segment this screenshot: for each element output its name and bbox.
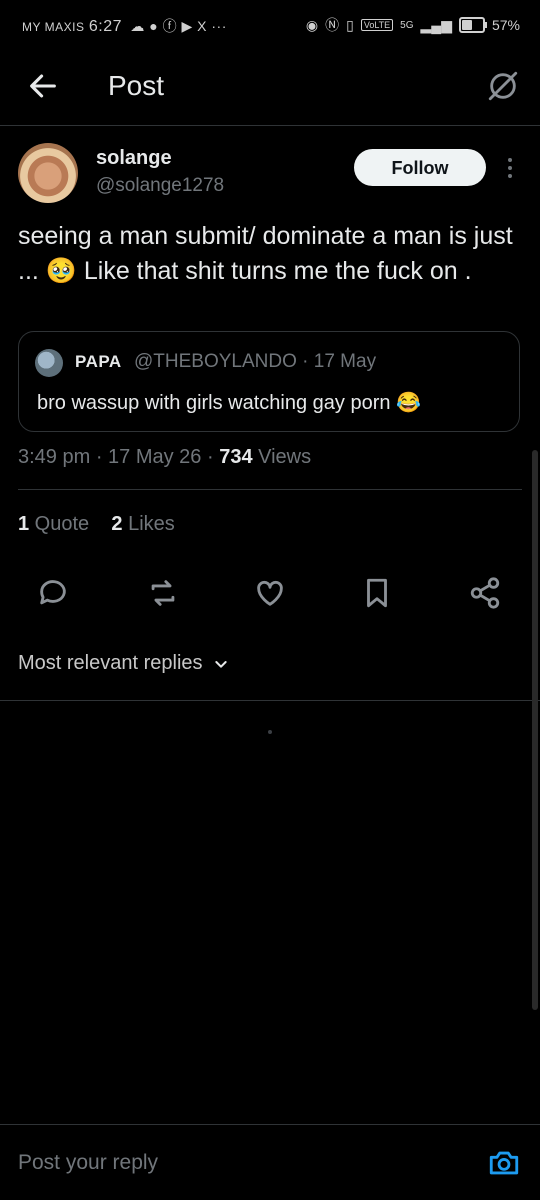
action-bar <box>0 572 540 616</box>
author-handle[interactable]: @solange1278 <box>96 175 224 197</box>
divider <box>0 1124 540 1125</box>
battery-fill <box>461 20 473 30</box>
replies-sort-dropdown[interactable]: Most relevant replies <box>18 652 229 675</box>
share-icon[interactable] <box>468 576 502 610</box>
top-bar: Post <box>0 55 540 126</box>
quote-label: Quote <box>29 513 90 535</box>
eye-icon: ◉ <box>305 16 319 33</box>
post-meta: 3:49 pm · 17 May 26 · 734 Views <box>18 446 311 469</box>
more-options-icon[interactable] <box>500 152 520 184</box>
quoted-post[interactable]: PAPA @THEBOYLANDO · 17 May bro wassup wi… <box>18 331 520 432</box>
divider <box>18 489 522 490</box>
reply-input[interactable]: Post your reply <box>18 1151 158 1175</box>
quote-avatar <box>35 349 63 377</box>
network-label: 5G <box>400 19 414 31</box>
like-icon[interactable] <box>253 576 287 610</box>
clock: 6:27 <box>88 18 122 35</box>
notification-icons: ☁ ● ⓕ ▶ X ··· <box>130 18 227 34</box>
post-timestamp: 3:49 pm · 17 May 26 · <box>18 446 220 468</box>
likes-label: Likes <box>122 513 175 535</box>
scrollbar[interactable] <box>532 450 538 1010</box>
reply-icon[interactable] <box>36 576 70 610</box>
battery-percent: 57% <box>491 17 520 33</box>
post-text: seeing a man submit/ dominate a man is j… <box>18 222 513 285</box>
battery-icon <box>458 17 487 33</box>
grok-icon[interactable] <box>486 69 520 103</box>
divider <box>0 700 540 701</box>
status-left: MY MAXIS 6:27 ☁ ● ⓕ ▶ X ··· <box>22 16 227 36</box>
page-title: Post <box>108 70 165 101</box>
chevron-down-icon <box>214 660 227 668</box>
views-label: Views <box>252 446 312 468</box>
status-right: ◉ Ⓝ ▯ VoLTE 5G ▂▄▆ 57% <box>306 15 520 35</box>
carrier-label: MY MAXIS <box>22 20 85 34</box>
status-bar: MY MAXIS 6:27 ☁ ● ⓕ ▶ X ··· ◉ Ⓝ ▯ VoLTE … <box>0 0 540 52</box>
likes-stat[interactable]: 2 Likes <box>111 513 174 535</box>
nfc-icon: Ⓝ <box>325 17 340 33</box>
follow-button[interactable]: Follow <box>354 149 486 186</box>
post-stats: 1 Quote 2 Likes <box>18 513 175 536</box>
volte-badge: VoLTE <box>360 19 394 31</box>
avatar[interactable] <box>18 143 78 203</box>
repost-icon[interactable] <box>146 576 180 610</box>
camera-icon[interactable] <box>487 1146 521 1180</box>
views-count: 734 <box>219 446 253 468</box>
likes-count: 2 <box>111 513 123 535</box>
quotes-stat[interactable]: 1 Quote <box>18 513 89 535</box>
quote-author-handle: @THEBOYLANDO · 17 May <box>134 351 377 372</box>
loading-indicator <box>268 730 272 734</box>
arrow-left-icon[interactable] <box>26 69 60 103</box>
signal-icon: ▂▄▆ <box>420 16 452 33</box>
author-name[interactable]: solange <box>96 147 172 170</box>
quote-text: bro wassup with girls watching gay porn … <box>37 392 421 414</box>
quote-author-name: PAPA <box>75 352 122 371</box>
quote-count: 1 <box>18 513 30 535</box>
bookmark-icon[interactable] <box>360 576 394 610</box>
replies-sort-label: Most relevant replies <box>18 652 203 674</box>
vibrate-icon: ▯ <box>346 16 354 33</box>
